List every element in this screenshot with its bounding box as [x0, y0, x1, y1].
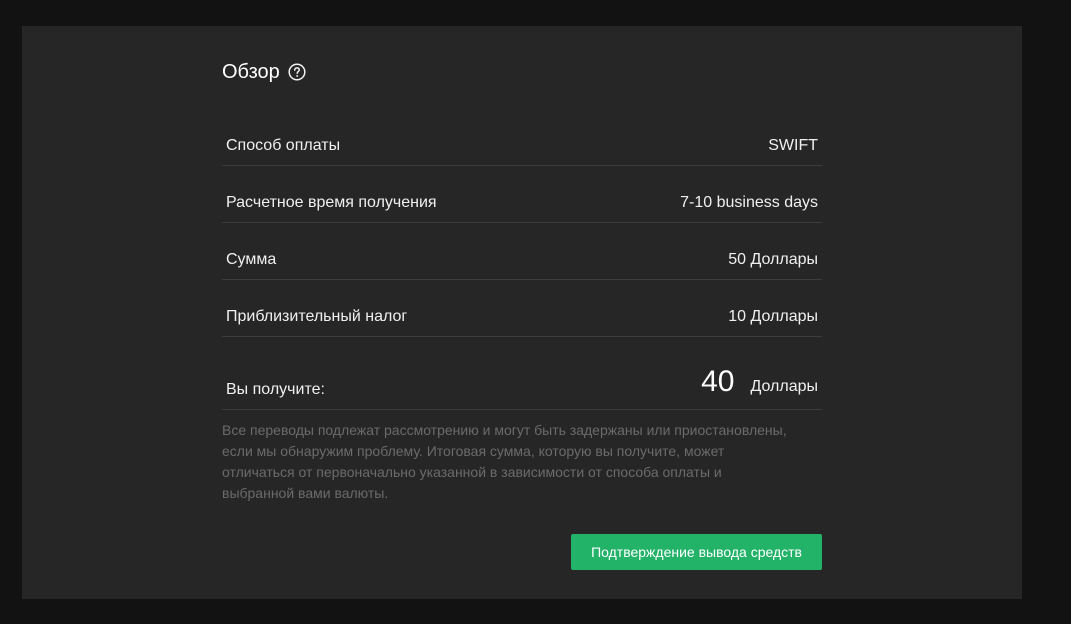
- summary-heading: Обзор: [222, 60, 822, 84]
- amount-value: 50 Доллары: [728, 251, 818, 268]
- estimated-tax-row: Приблизительный налог 10 Доллары: [222, 280, 822, 337]
- disclaimer-text: Все переводы подлежат рассмотрению и мог…: [222, 422, 787, 501]
- question-circle-icon[interactable]: [288, 63, 306, 81]
- estimated-time-label: Расчетное время получения: [226, 194, 437, 211]
- estimated-time-row: Расчетное время получения 7-10 business …: [222, 166, 822, 223]
- total-row: Вы получите: 40 Доллары: [222, 337, 822, 410]
- withdrawal-summary-panel: Обзор Способ оплаты SWIFT Расчетное врем…: [22, 26, 1022, 599]
- amount-label: Сумма: [226, 251, 277, 268]
- summary-content: Обзор Способ оплаты SWIFT Расчетное врем…: [222, 60, 822, 570]
- summary-title: Обзор: [222, 60, 280, 83]
- total-label: Вы получите:: [226, 381, 325, 398]
- estimated-tax-value: 10 Доллары: [728, 308, 818, 325]
- amount-row: Сумма 50 Доллары: [222, 223, 822, 280]
- total-value: 40 Доллары: [701, 365, 818, 399]
- estimated-time-value: 7-10 business days: [680, 194, 818, 211]
- estimated-tax-label: Приблизительный налог: [226, 308, 408, 325]
- actions-bar: Подтверждение вывода средств: [222, 534, 822, 570]
- payment-method-row: Способ оплаты SWIFT: [222, 109, 822, 166]
- payment-method-label: Способ оплаты: [226, 137, 341, 154]
- total-currency: Доллары: [750, 378, 818, 395]
- question-circle-icon-svg: [288, 63, 306, 81]
- total-amount: 40: [701, 365, 735, 398]
- summary-rows: Способ оплаты SWIFT Расчетное время полу…: [222, 109, 822, 410]
- confirm-withdrawal-button[interactable]: Подтверждение вывода средств: [571, 534, 822, 570]
- payment-method-value: SWIFT: [768, 137, 818, 154]
